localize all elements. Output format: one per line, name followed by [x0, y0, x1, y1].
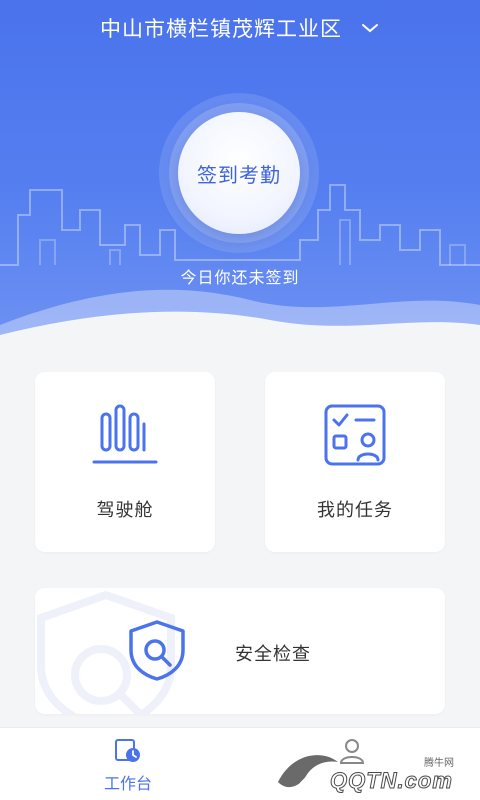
location-selector[interactable]: 中山市横栏镇茂辉工业区	[0, 12, 480, 44]
watermark-small-text: 腾牛网	[424, 758, 454, 769]
checkin-button-label: 签到考勤	[197, 162, 281, 187]
safety-check-label: 安全检查	[235, 644, 311, 665]
checkin-button[interactable]: 签到考勤	[178, 112, 300, 234]
tasks-card[interactable]: 我的任务	[265, 372, 445, 552]
bar-chart-icon	[92, 404, 158, 464]
cockpit-card[interactable]: 驾驶舱	[35, 372, 215, 552]
calendar-clock-icon	[115, 739, 140, 762]
checkin-status-text: 今日你还未签到	[180, 268, 300, 287]
chevron-down-icon	[362, 24, 378, 33]
shield-search-icon	[129, 620, 185, 681]
watermark-text: QQTN.com	[330, 768, 453, 794]
tab-workbench-label: 工作台	[103, 774, 152, 793]
task-board-icon	[324, 404, 386, 466]
safety-check-card[interactable]: 安全检查	[35, 588, 445, 714]
location-label: 中山市横栏镇茂辉工业区	[100, 17, 342, 41]
header-banner: 中山市横栏镇茂辉工业区 签到考勤 今日你还未签到	[0, 0, 480, 345]
tasks-label: 我的任务	[317, 500, 393, 521]
cockpit-label: 驾驶舱	[96, 500, 154, 521]
tab-workbench[interactable]: 工作台	[68, 736, 188, 796]
